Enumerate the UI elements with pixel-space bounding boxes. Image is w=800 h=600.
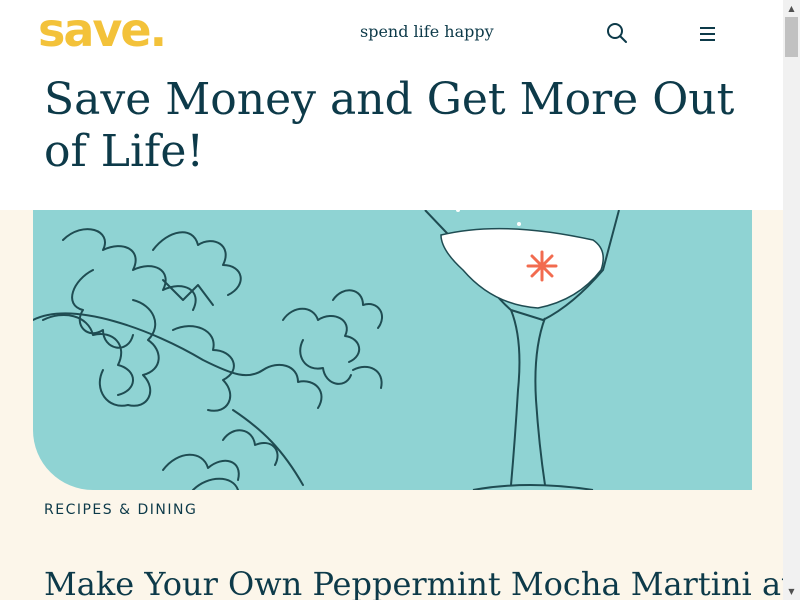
scroll-thumb[interactable] (785, 17, 798, 57)
search-button[interactable] (604, 20, 630, 46)
site-logo[interactable]: save. (38, 2, 167, 58)
menu-button[interactable] (695, 20, 721, 46)
article-card: RECIPES & DINING Make Your Own Peppermin… (0, 210, 794, 600)
martini-snowflake-illustration (33, 210, 620, 490)
search-icon (607, 23, 627, 43)
article-image[interactable] (33, 210, 752, 490)
hero-section: Save Money and Get More Out of Life! (0, 68, 783, 210)
site-header: save. spend life happy (0, 0, 783, 68)
site-tagline: spend life happy (360, 22, 494, 41)
vertical-scrollbar[interactable]: ▲ ▼ (783, 0, 800, 600)
page-title: Save Money and Get More Out of Life! (44, 74, 735, 177)
article-category-link[interactable]: RECIPES & DINING (44, 501, 197, 519)
scroll-up-arrow[interactable]: ▲ (783, 0, 800, 17)
article-title[interactable]: Make Your Own Peppermint Mocha Martini a… (44, 562, 794, 600)
hamburger-menu-icon (700, 27, 715, 41)
scroll-down-arrow[interactable]: ▼ (783, 583, 800, 600)
